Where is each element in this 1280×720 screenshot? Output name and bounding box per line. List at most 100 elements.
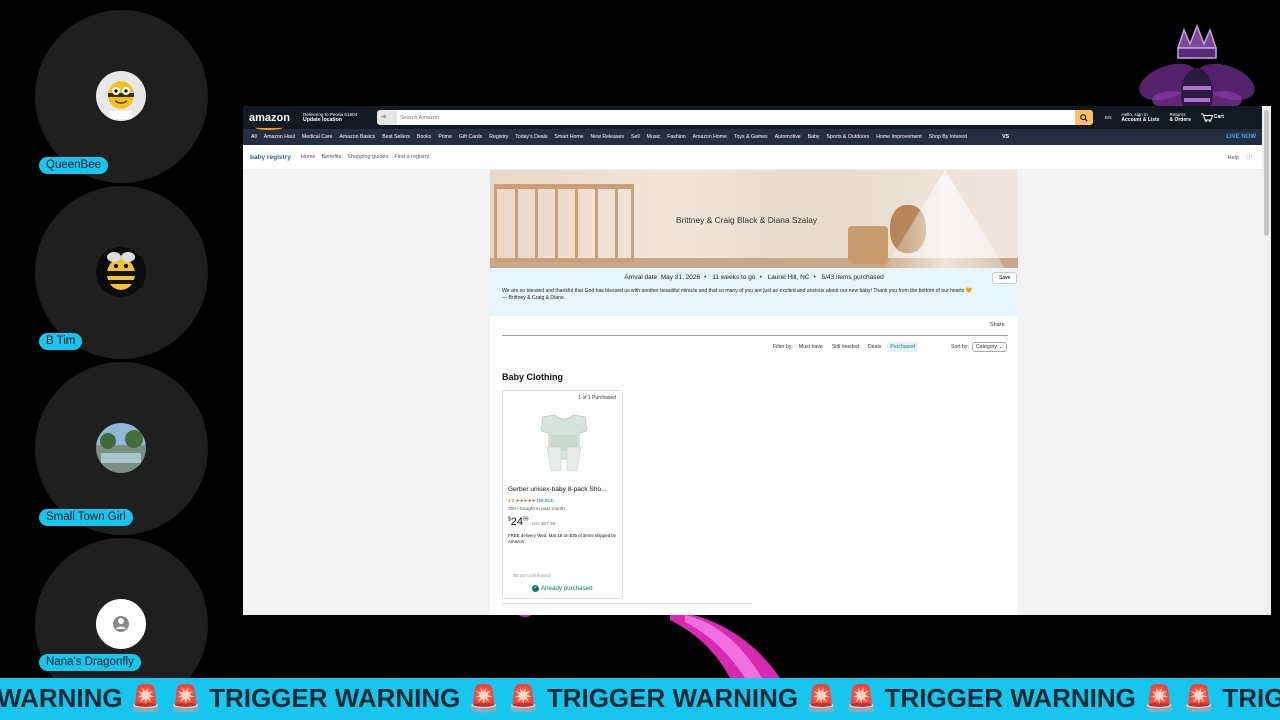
product-price: $2499List: $27.99 [508, 516, 556, 528]
nav-item[interactable]: Toys & Games [734, 134, 768, 140]
registry-info: Arrival date: May 31, 2026 • 11 weeks to … [490, 268, 1018, 316]
default-user-icon [96, 599, 146, 649]
nav-item[interactable]: Automotive [775, 134, 801, 140]
message-text: We are so blessed and thankful that God … [502, 288, 965, 294]
delivery-location[interactable]: Delivering to Peoria 61604 Update locati… [303, 112, 373, 124]
status-label: Already purchased [541, 585, 593, 592]
ticker-text: WARNING 🚨 🚨 TRIGGER WARNING 🚨 🚨 TRIGGER … [0, 683, 1280, 713]
nav-item[interactable]: Amazon Basics [339, 134, 375, 140]
save-button[interactable]: Save [992, 272, 1018, 284]
chevron-down-icon: ⌄ [998, 344, 1003, 350]
participant-name: Nana's Dragonfly [39, 654, 141, 671]
participant-tile-queenbee[interactable]: QueenBee [35, 10, 208, 183]
sort-value: Category [975, 344, 997, 350]
search-input[interactable] [397, 110, 1075, 125]
review-count: (58,053) [536, 498, 554, 503]
participant-tile-btim[interactable]: B Tim [35, 186, 208, 359]
nav-item[interactable]: Sell [631, 134, 640, 140]
returns-orders[interactable]: Returns & Orders [1169, 112, 1190, 124]
sort-label: Sort by: [951, 344, 969, 350]
price-whole: 24 [510, 516, 524, 528]
nav-item[interactable]: Gift Cards [459, 134, 482, 140]
nav-item[interactable]: Fashion [667, 134, 685, 140]
cart-icon [1200, 113, 1213, 122]
account-line-2: Account & Lists [1121, 117, 1160, 123]
product-title[interactable]: Gerber unisex-baby 8-pack Sho... [508, 486, 607, 493]
participant-name: QueenBee [39, 157, 108, 174]
filter-label: Filter by: [773, 344, 793, 350]
nav-item[interactable]: Shop By Interest [929, 134, 967, 140]
weeks-to-go: 11 weeks to go [712, 274, 756, 281]
nav-item[interactable]: New Releases [591, 134, 624, 140]
amazon-top-bar: amazon Delivering to Peoria 61604 Update… [243, 106, 1271, 130]
basket-illustration [848, 226, 888, 264]
page-gutter-right [1018, 170, 1262, 615]
filter-still-needed[interactable]: Still needed [829, 342, 862, 352]
participant-tile-smalltowngirl[interactable]: Small Town Girl [35, 362, 208, 535]
help-link[interactable]: Help ⓘ [1228, 153, 1258, 161]
subnav-find-registry[interactable]: Find a registry [394, 154, 429, 160]
participant-name: B Tim [39, 333, 83, 350]
product-image[interactable] [537, 413, 591, 475]
price-fraction: 99 [523, 516, 529, 523]
share-button[interactable]: Share [990, 322, 1005, 328]
participant-name: Small Town Girl [39, 509, 133, 526]
nav-item[interactable]: Books [417, 134, 431, 140]
account-menu[interactable]: Hello, sign in Account & Lists [1121, 112, 1159, 124]
shared-screen: amazon Delivering to Peoria 61604 Update… [243, 106, 1271, 615]
sort-select[interactable]: Category ⌄ [971, 342, 1007, 352]
nav-item[interactable]: Music [647, 134, 661, 140]
subnav-shopping-guides[interactable]: Shopping guides [347, 154, 388, 160]
shipping-info: FREE delivery Wed, Mar 18 on $35 of item… [508, 533, 617, 544]
help-icon: ⓘ [1246, 155, 1252, 161]
divider [502, 603, 752, 604]
nav-item[interactable]: Amazon Home [693, 134, 727, 140]
warning-ticker: WARNING 🚨 🚨 TRIGGER WARNING 🚨 🚨 TRIGGER … [0, 678, 1280, 720]
registry-subnav: baby registry Home Benefits Shopping gui… [243, 145, 1271, 170]
scrollbar-thumb[interactable] [1264, 110, 1269, 236]
live-now-link[interactable]: LIVE NOW [1226, 134, 1256, 140]
nav-item[interactable]: Registry [489, 134, 508, 140]
product-rating[interactable]: 4.2 ★★★★★ (58,053) [508, 498, 554, 504]
section-title: Baby Clothing [502, 372, 563, 382]
nav-item[interactable]: Sports & Outdoors [827, 134, 870, 140]
nav-item[interactable]: Today's Deals [515, 134, 547, 140]
search-button[interactable] [1075, 110, 1093, 125]
nav-item[interactable]: Home Improvement [876, 134, 922, 140]
filter-must-have[interactable]: Must have [796, 342, 826, 352]
nav-item[interactable]: Best Sellers [382, 134, 410, 140]
cart-button[interactable]: Cart [1200, 113, 1224, 122]
page-gutter-left [243, 170, 490, 615]
list-price: List: $27.99 [531, 521, 556, 526]
search-icon [1080, 113, 1088, 122]
nav-item[interactable]: Baby [808, 134, 820, 140]
subnav-benefits[interactable]: Benefits [322, 154, 342, 160]
heart-emoji-icon: 🧡 [965, 288, 972, 294]
search-category-select[interactable]: All [377, 110, 397, 125]
registry-main: Brittney & Craig Black & Diana Szalay Ar… [490, 170, 1018, 615]
update-location-link: Update location [303, 117, 342, 123]
search-bar: All [377, 110, 1093, 125]
filter-purchased[interactable]: Purchased [887, 342, 919, 352]
message-signature: — Brittney & Craig & Diana [502, 295, 564, 301]
amazon-logo[interactable]: amazon [249, 112, 295, 130]
filter-deals[interactable]: Deals [865, 342, 884, 352]
scrollbar[interactable] [1262, 106, 1271, 615]
crib-illustration [494, 184, 634, 262]
nav-item[interactable]: Amazon Haul [264, 134, 295, 140]
nav-item[interactable]: Smart Home [554, 134, 583, 140]
help-label: Help [1227, 155, 1239, 161]
subnav-home[interactable]: Home [301, 154, 316, 160]
contributed-amount: $0.00 contributed [513, 574, 551, 579]
rating-value: 4.2 [508, 498, 515, 503]
bee-mascot-avatar [96, 247, 146, 297]
language-selector[interactable]: EN [1105, 115, 1111, 121]
baby-registry-brand[interactable]: baby registry [250, 154, 291, 161]
nav-item[interactable]: Medical Care [302, 134, 333, 140]
nav-item[interactable]: Prime [438, 134, 452, 140]
nav-item[interactable]: All [251, 134, 257, 140]
nav-vs-promo[interactable]: VS [1002, 134, 1009, 140]
filter-bar: Filter by: Must have Still needed Deals … [773, 342, 1007, 352]
registry-message: We are so blessed and thankful that God … [502, 288, 1007, 302]
product-card[interactable]: 1 of 1 Purchased Gerber unisex-baby 8-pa… [502, 390, 623, 599]
